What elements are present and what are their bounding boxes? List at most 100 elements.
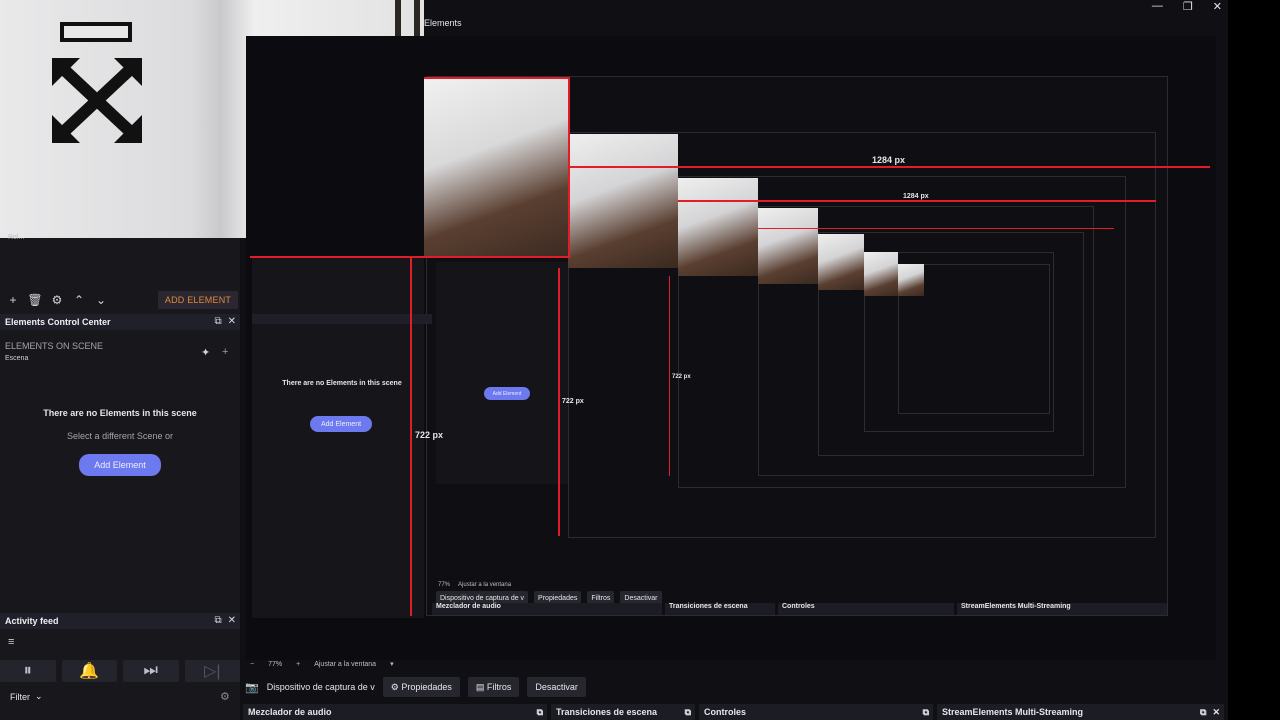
nested-mixer: Mezclador de audio: [432, 603, 662, 615]
measure-label-height-1: 722 px: [415, 430, 444, 440]
close-button[interactable]: ✕: [1213, 0, 1222, 13]
nested-webcam-6: [864, 252, 898, 296]
filter-label: Filter: [10, 691, 30, 702]
ecc-header: Elements Control Center ⧉ ✕: [0, 314, 240, 330]
nested-docks-row: Mezclador de audio Transiciones de escen…: [432, 603, 1168, 615]
measure-label-height-2: 722 px: [562, 398, 584, 405]
multistreaming-dock: StreamElements Multi-Streaming ⧉ ✕: [937, 704, 1224, 720]
zoom-out-icon[interactable]: −: [250, 661, 254, 668]
fit-window-dropdown[interactable]: Ajustar a la ventana: [314, 661, 376, 668]
zoom-in-icon[interactable]: +: [296, 661, 300, 668]
audio-mixer-dock: Mezclador de audio ⧉: [243, 704, 547, 720]
measure-label-height-3: 722 px: [672, 374, 691, 380]
controls-dock: Controles ⧉: [699, 704, 933, 720]
activity-buttons: ⏸ 🔔 ⏭ ▷|: [0, 660, 240, 682]
transitions-title: Transiciones de escena: [556, 707, 658, 717]
skip-icon[interactable]: ⏭: [123, 660, 179, 682]
multistreaming-title: StreamElements Multi-Streaming: [942, 707, 1084, 717]
nested-left-panel-2: [436, 262, 576, 484]
close-dock-icon[interactable]: ✕: [228, 316, 236, 327]
nested-add-element-1: Add Element: [310, 416, 372, 432]
nested-webcam-1: [424, 77, 570, 257]
measure-vertical-2: [558, 268, 560, 536]
add-scene-element-icon[interactable]: +: [222, 346, 228, 358]
nested-webcam-7: [898, 264, 924, 296]
float-icon[interactable]: ⧉: [537, 707, 543, 718]
nested-webcam-4: [758, 208, 818, 284]
window-title: Elements: [424, 18, 462, 28]
nested-webcam-2: [568, 134, 678, 268]
properties-button[interactable]: ⚙ Propiedades: [382, 677, 460, 697]
deactivate-button[interactable]: Desactivar: [527, 677, 586, 697]
nested-transitions: Transiciones de escena: [665, 603, 775, 615]
float-icon[interactable]: ⧉: [214, 615, 221, 626]
window-controls: — ❐ ✕: [1152, 0, 1222, 13]
close-dock-icon[interactable]: ✕: [228, 615, 236, 626]
empty-state-subtitle: Select a different Scene or: [67, 431, 173, 441]
minimize-button[interactable]: —: [1152, 0, 1163, 13]
nested-left-panel-1: [252, 258, 424, 618]
source-context-bar: 📷 Dispositivo de captura de v ⚙ Propieda…: [245, 676, 1230, 698]
zoom-bar: − 77% + Ajustar a la ventana ▾: [250, 660, 394, 669]
scene-name: Escena: [5, 355, 29, 362]
float-icon[interactable]: ⧉: [923, 707, 929, 718]
filter-icon: ▤: [475, 681, 487, 692]
pause-icon[interactable]: ⏸: [0, 660, 56, 682]
capture-device-label: Dispositivo de captura de v: [266, 682, 375, 692]
next-icon[interactable]: ▷|: [184, 660, 240, 682]
nested-multistream: StreamElements Multi-Streaming: [957, 603, 1167, 615]
measure-horizontal-2: [678, 200, 1156, 202]
nested-webcam-5: [818, 234, 864, 290]
nested-ecc-header-1: [252, 314, 432, 324]
ecc-title: Elements Control Center: [0, 314, 240, 330]
sources-toolbar: + 🗑 ⚙ ⌃ ⌄ ADD ELEMENT: [0, 288, 240, 312]
chevron-down-icon[interactable]: ⌄: [94, 293, 108, 307]
gear-icon: ⚙: [390, 681, 402, 692]
filters-label: Filtros: [486, 682, 512, 692]
maximize-button[interactable]: ❐: [1183, 0, 1193, 13]
nested-add-element-2: Add Element: [484, 387, 530, 400]
measure-vertical-3: [669, 276, 670, 476]
right-edge-strip: [1228, 0, 1280, 720]
add-element-button[interactable]: ADD ELEMENT: [158, 291, 238, 309]
nested-empty-title-1: There are no Elements in this scene: [282, 380, 402, 387]
measure-label-width-2: 1284 px: [903, 193, 929, 200]
filters-button[interactable]: ▤ Filtros: [467, 677, 520, 697]
shirt-logo-image: [52, 22, 142, 143]
bell-icon[interactable]: 🔔: [61, 660, 117, 682]
chevron-down-icon[interactable]: ▾: [390, 660, 394, 668]
nested-toolbar: Dispositivo de captura de v Propiedades …: [436, 582, 1168, 605]
float-icon[interactable]: ⧉: [1200, 707, 1206, 718]
audio-mixer-title: Mezclador de audio: [248, 707, 332, 717]
activity-title: Activity feed: [0, 613, 240, 629]
activity-header: Activity feed ⧉ ✕: [0, 613, 240, 629]
trash-icon[interactable]: 🗑: [27, 293, 42, 307]
close-dock-icon[interactable]: ✕: [1212, 707, 1220, 718]
nested-webcam-3: [678, 178, 758, 276]
properties-label: Propiedades: [401, 682, 452, 692]
magic-wand-icon[interactable]: ✦: [201, 346, 210, 359]
filter-dropdown[interactable]: Filter ⌄: [10, 691, 43, 702]
settings-icon[interactable]: ⚙: [220, 690, 230, 703]
measure-horizontal-3: [758, 228, 1114, 229]
zoom-value: 77%: [268, 660, 283, 668]
chevron-up-icon[interactable]: ⌃: [72, 293, 86, 307]
measure-label-width-1: 1284 px: [872, 155, 906, 165]
chevron-down-icon: ⌄: [35, 691, 43, 701]
scene-transitions-dock: Transiciones de escena ⧉: [551, 704, 695, 720]
measure-vertical-1: [410, 256, 412, 616]
elements-on-scene-label: ELEMENTS ON SCENE: [5, 341, 104, 351]
source-item-label[interactable]: Rel...: [8, 234, 24, 241]
float-icon[interactable]: ⧉: [685, 707, 691, 718]
selection-top-line: [424, 77, 570, 79]
gear-icon[interactable]: ⚙: [50, 293, 64, 307]
add-element-pill-button[interactable]: Add Element: [79, 454, 161, 476]
menu-icon[interactable]: ≡: [8, 636, 14, 648]
controls-title: Controles: [704, 707, 747, 717]
add-icon[interactable]: +: [6, 293, 20, 307]
float-icon[interactable]: ⧉: [214, 316, 221, 327]
bottom-docks-row: Mezclador de audio ⧉ Transiciones de esce…: [243, 704, 1228, 720]
camera-icon: 📷: [245, 681, 259, 694]
measure-horizontal-1: [570, 166, 1210, 168]
empty-state-title: There are no Elements in this scene: [43, 408, 197, 418]
